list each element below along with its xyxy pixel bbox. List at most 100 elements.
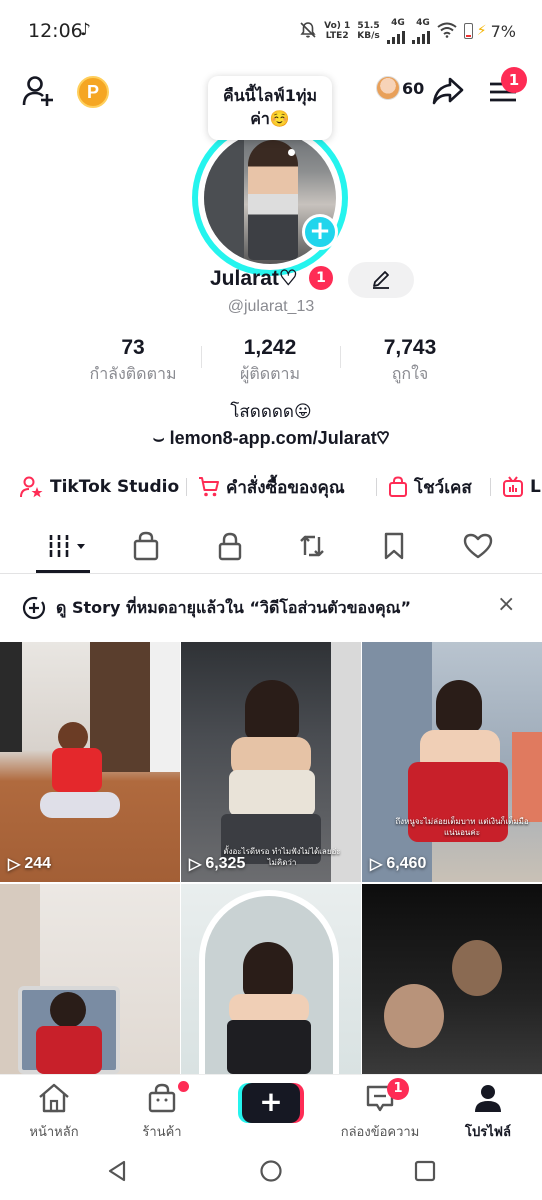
profile-stats: 73 กำลังติดตาม 1,242 ผู้ติดตาม 7,743 ถูก…: [0, 336, 542, 388]
video-thumbnail[interactable]: [362, 884, 542, 1074]
view-count-value: 244: [24, 855, 52, 872]
video-thumbnail[interactable]: ถึงหนูจะไม่ล่อยเต็มบาท แต่เงินก็เต็มมือแ…: [362, 642, 542, 882]
profile-icon: [475, 1085, 501, 1112]
likes-stat[interactable]: 7,743 ถูกใจ: [360, 336, 460, 387]
recents-icon[interactable]: [414, 1160, 436, 1186]
back-icon[interactable]: [106, 1160, 128, 1186]
play-icon: ▷: [370, 856, 383, 873]
thumb-hair: [245, 680, 299, 740]
edit-profile-button[interactable]: [348, 262, 414, 298]
following-count: 73: [121, 336, 145, 359]
close-icon[interactable]: ×: [497, 592, 515, 617]
nav-profile[interactable]: โปรไฟล์: [438, 1083, 538, 1142]
profile-name: Jularat♡: [210, 267, 298, 290]
cart-icon: [199, 477, 219, 497]
shortcut-orders[interactable]: คำสั่งซื้อของคุณ: [198, 470, 345, 504]
signal-1: 4G: [386, 18, 405, 44]
battery: ⚡ 7%: [463, 21, 516, 41]
battery-level: 7%: [490, 21, 516, 41]
signal-bars-icon: [411, 28, 430, 44]
live-icon: [503, 476, 523, 497]
shortcut-live[interactable]: LI: [502, 470, 542, 504]
avatar-person: [248, 140, 298, 260]
view-count: ▷ 6,460: [370, 854, 426, 874]
charging-icon: ⚡: [476, 23, 487, 39]
thumb-kid-shirt: [52, 748, 102, 792]
profile-views-button[interactable]: 60: [376, 76, 424, 100]
content-tabs: [0, 518, 542, 574]
shortcut-divider: [490, 478, 491, 496]
tab-favorites[interactable]: [376, 528, 412, 564]
profile-note-bubble[interactable]: คืนนี้ไลฟ์1ทุ่ม ค่า☺️: [208, 76, 332, 140]
view-count: ▷ 6,325: [189, 854, 245, 874]
thumb-hair: [243, 942, 293, 998]
active-tab-indicator: [36, 570, 90, 573]
coin-button[interactable]: P: [77, 76, 109, 108]
video-thumbnail[interactable]: [181, 884, 361, 1074]
bottom-nav: หน้าหลัก ร้านค้า + กล่องข้อความ 1 โปรไฟล…: [0, 1074, 542, 1150]
status-bar: 12:06 ♪ Vo) 1 LTE2 51.5 KB/s 4G 4G ⚡ 7%: [0, 0, 542, 64]
nav-label: ร้านค้า: [142, 1125, 182, 1140]
home-circle-icon[interactable]: [259, 1159, 283, 1187]
nav-label: หน้าหลัก: [29, 1125, 79, 1140]
thumb-red-outfit: [36, 1026, 102, 1074]
thumb-hair: [436, 680, 482, 732]
volte-top: Vo) 1: [324, 21, 351, 31]
note-line-1: คืนนี้ไลฟ์1ทุ่ม: [223, 86, 317, 105]
shortcut-row: TikTok Studio คำสั่งซื้อของคุณ โชว์เคส L…: [0, 470, 542, 504]
followers-stat[interactable]: 1,242 ผู้ติดตาม: [210, 336, 330, 387]
video-thumbnail[interactable]: [0, 884, 180, 1074]
video-caption: ถึงหนูจะไม่ล่อยเต็มบาท แต่เงินก็เต็มมือแ…: [395, 817, 529, 837]
shortcut-label: โชว์เคส: [414, 477, 472, 498]
video-thumbnail[interactable]: ▷ 244: [0, 642, 180, 882]
profile-link[interactable]: ⌣ lemon8-app.com/Jularat♡: [0, 428, 542, 449]
followers-count: 1,242: [243, 336, 297, 359]
video-grid: ▷ 244 ตั้งอะไรดีหรอ ทำไมฟังไม่ได้เลยอ่ะ ไ…: [0, 642, 542, 1074]
nav-inbox[interactable]: กล่องข้อความ: [330, 1083, 430, 1142]
thumb-kid-legs: [40, 792, 120, 818]
stat-divider: [201, 346, 202, 368]
shortcut-label: TikTok Studio: [50, 477, 180, 497]
add-story-button[interactable]: +: [302, 214, 338, 250]
battery-icon: [463, 23, 473, 39]
thumb-hair: [50, 992, 86, 1028]
tab-reposts[interactable]: [294, 528, 330, 564]
bubble-tail: [288, 149, 295, 156]
shortcut-showcase[interactable]: โชว์เคส: [388, 470, 472, 504]
bookmark-icon: [384, 532, 404, 560]
tiktok-note-icon: ♪: [80, 20, 91, 40]
create-button[interactable]: +: [242, 1083, 300, 1123]
thumb-wall: [150, 642, 180, 772]
mute-bell-icon: [299, 21, 317, 42]
video-thumbnail[interactable]: ตั้งอะไรดีหรอ ทำไมฟังไม่ได้เลยอ่ะ ไม่คิด…: [181, 642, 361, 882]
view-count-value: 6,460: [386, 855, 427, 872]
thumb-box: [512, 732, 542, 822]
shortcut-tiktok-studio[interactable]: TikTok Studio: [20, 470, 179, 504]
story-banner-text: ดู Story ที่หมดอายุแล้วใน “วิดีโอส่วนตัว…: [56, 598, 412, 617]
tab-private[interactable]: [212, 528, 248, 564]
nav-label: กล่องข้อความ: [340, 1125, 420, 1140]
nav-shop[interactable]: ร้านค้า: [112, 1083, 212, 1142]
bag-icon: [389, 476, 407, 497]
add-user-icon[interactable]: [22, 74, 56, 112]
tab-videos-grid[interactable]: [46, 528, 90, 564]
note-line-2: ค่า☺️: [250, 109, 290, 128]
thumb-kid-face-2: [384, 984, 444, 1048]
plus-icon: +: [259, 1085, 283, 1118]
system-nav-bar: [0, 1150, 542, 1200]
viewer-avatar: [376, 76, 400, 100]
following-stat[interactable]: 73 กำลังติดตาม: [80, 336, 186, 387]
expired-story-banner[interactable]: ดู Story ที่หมดอายุแล้วใน “วิดีโอส่วนตัว…: [0, 574, 542, 640]
lock-icon: [218, 532, 242, 561]
tab-liked[interactable]: [460, 528, 496, 564]
tab-shop[interactable]: [128, 528, 164, 564]
repost-icon: [300, 535, 324, 557]
net-speed: 51.5 KB/s: [357, 21, 379, 41]
speed-unit: KB/s: [357, 31, 380, 41]
share-arrow-icon[interactable]: [432, 76, 464, 110]
heart-icon: [463, 533, 493, 559]
grid-icon: [47, 535, 85, 557]
status-indicators: Vo) 1 LTE2 51.5 KB/s 4G 4G ⚡ 7%: [299, 18, 516, 44]
shortcut-divider: [376, 478, 377, 496]
nav-home[interactable]: หน้าหลัก: [4, 1083, 104, 1142]
